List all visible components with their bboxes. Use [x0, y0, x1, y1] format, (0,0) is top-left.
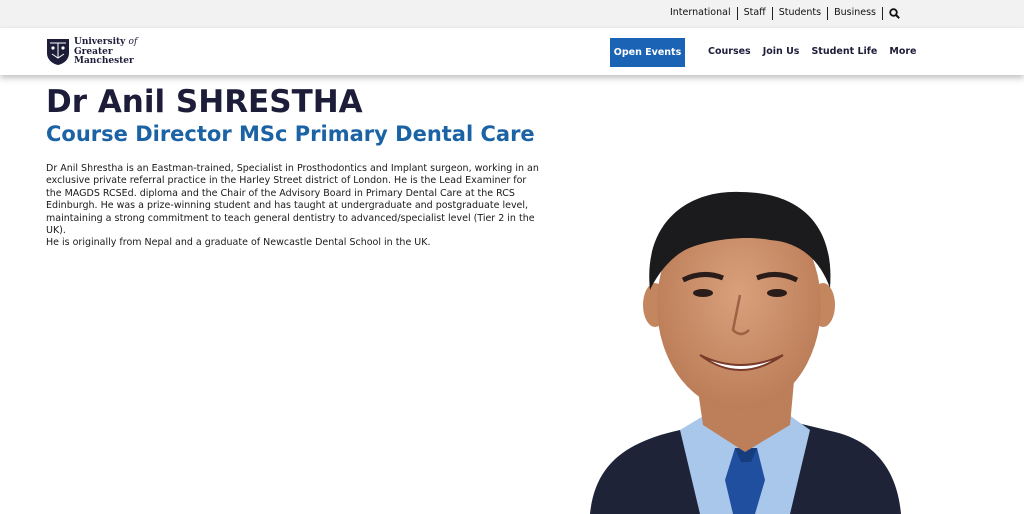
utility-link-staff[interactable]: Staff	[738, 6, 772, 20]
utility-bar: International Staff Students Business	[0, 0, 1024, 28]
nav-join-us[interactable]: Join Us	[763, 46, 800, 57]
profile-name: Dr Anil SHRESTHA	[46, 84, 363, 120]
utility-nav: International Staff Students Business	[664, 6, 900, 20]
nav-student-life[interactable]: Student Life	[811, 46, 877, 57]
nav-courses[interactable]: Courses	[708, 46, 751, 57]
bio-paragraph: He is originally from Nepal and a gradua…	[46, 237, 431, 249]
utility-link-students[interactable]: Students	[773, 6, 827, 20]
main-nav: Courses Join Us Student Life More	[708, 46, 928, 57]
profile-photo	[590, 191, 901, 514]
logo-wordmark: University of Greater Manchester	[74, 37, 138, 67]
profile-role: Course Director MSc Primary Dental Care	[46, 122, 535, 146]
utility-link-international[interactable]: International	[664, 6, 737, 20]
main-header: University of Greater Manchester Open Ev…	[0, 28, 1024, 75]
crest-icon	[47, 39, 69, 65]
profile-bio: Dr Anil Shrestha is an Eastman-trained, …	[46, 163, 540, 250]
profile-header: Dr Anil SHRESTHA Course Director MSc Pri…	[46, 84, 535, 148]
university-logo[interactable]: University of Greater Manchester	[46, 37, 138, 67]
bio-paragraph: Dr Anil Shrestha is an Eastman-trained, …	[46, 163, 539, 237]
nav-more[interactable]: More	[889, 46, 916, 57]
utility-link-business[interactable]: Business	[828, 6, 882, 20]
logo-line-1-suffix: of	[128, 37, 138, 47]
open-events-button[interactable]: Open Events	[610, 38, 685, 67]
logo-line-3: Manchester	[74, 56, 134, 66]
logo-line-1: University	[74, 37, 126, 47]
search-icon[interactable]	[883, 7, 900, 19]
